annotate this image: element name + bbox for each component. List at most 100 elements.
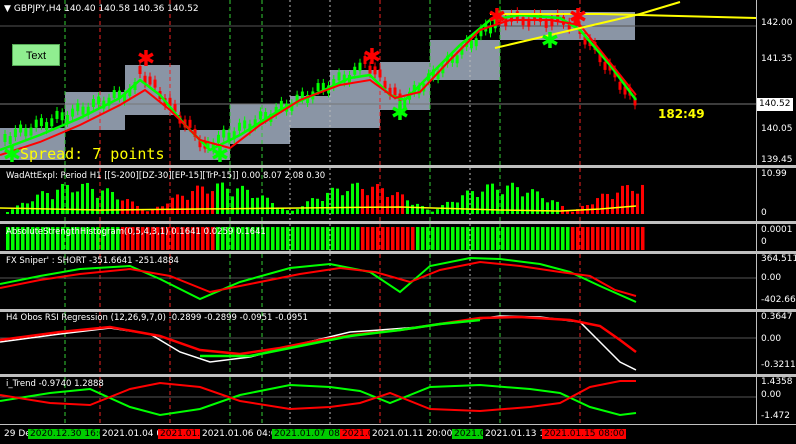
trend-green: [0, 383, 637, 417]
histogram-bar: [541, 198, 544, 214]
strength-bar: [486, 227, 490, 250]
candle-body: [222, 129, 226, 138]
histogram-bar: [41, 191, 44, 214]
candle-body: [544, 19, 548, 28]
histogram-bar: [616, 192, 619, 214]
candle-body: [81, 106, 85, 115]
histogram-bar: [316, 198, 319, 214]
histogram-bar: [246, 189, 249, 214]
histogram-bar: [76, 191, 79, 214]
candle-timer: 182:49: [658, 107, 705, 121]
strength-bar: [641, 227, 645, 250]
histogram-bar: [351, 183, 354, 214]
ash-tick: 0: [761, 237, 767, 247]
price-tick: 142.00: [761, 18, 793, 28]
wad-panel[interactable]: WadAttExpl: Period H1 [[S-200][DZ-30][EP…: [0, 168, 756, 221]
price-tick: 141.35: [761, 54, 793, 64]
signal-arrow-icon: ✱: [211, 143, 229, 165]
strength-bar: [376, 227, 380, 250]
candle-body: [393, 87, 397, 96]
histogram-bar: [11, 209, 14, 214]
strength-bar: [361, 227, 365, 250]
price-chart: ✱ ✱ ✱ ✱ ✱ ✱ ✱ ✱: [0, 0, 756, 165]
strength-bar: [631, 227, 635, 250]
ash-panel[interactable]: AbsoluteStrengthHistogram(0,5,4,3,1) 0.1…: [0, 224, 756, 251]
histogram-bar: [361, 188, 364, 214]
strength-bar: [481, 227, 485, 250]
strength-bar: [521, 227, 525, 250]
histogram-bar: [481, 191, 484, 214]
histogram-bar: [641, 184, 644, 214]
strength-bar: [366, 227, 370, 250]
price-pane[interactable]: ✱ ✱ ✱ ✱ ✱ ✱ ✱ ✱ ▼ GBPJPY,H4 140.40 140.58 140.36…: [0, 0, 756, 165]
histogram-bar: [626, 185, 629, 214]
rsi-panel[interactable]: H4 Obos RSI Regression (12,26,9,7,0) -0.…: [0, 312, 756, 374]
signal-arrow-icon: ✱: [363, 45, 381, 70]
time-label: 2021.01.15 08:00: [542, 429, 627, 439]
histogram-bar: [431, 211, 434, 214]
strength-bar: [421, 227, 425, 250]
strength-bar: [416, 227, 420, 250]
candle-body: [474, 38, 478, 47]
strength-bar: [611, 227, 615, 250]
histogram-bar: [191, 191, 194, 214]
rsi-tick: 0.3647: [761, 312, 793, 322]
candle-body: [19, 124, 23, 133]
fxsniper-axis: 364.5119 0.00 -402.6642: [756, 254, 796, 309]
histogram-bar: [551, 200, 554, 214]
histogram-bar: [326, 192, 329, 214]
histogram-bar: [126, 199, 129, 214]
histogram-bar: [346, 191, 349, 214]
price-axis[interactable]: 142.00 141.35 140.05 139.45: [756, 0, 796, 165]
histogram-bar: [426, 209, 429, 214]
histogram-bar: [231, 196, 234, 214]
candle-body: [337, 72, 341, 81]
strength-bar: [271, 227, 275, 250]
histogram-bar: [206, 193, 209, 214]
strength-bar: [496, 227, 500, 250]
ash-axis: 0.0001 0: [756, 224, 796, 251]
candle-body: [91, 99, 95, 108]
histogram-bar: [116, 199, 119, 214]
histogram-bar: [151, 209, 154, 214]
histogram-bar: [256, 197, 259, 214]
histogram-bar: [401, 194, 404, 214]
strength-bar: [471, 227, 475, 250]
itrend-panel[interactable]: i_Trend -0.9740 1.2888: [0, 377, 756, 424]
strength-bar: [621, 227, 625, 250]
strength-bar: [581, 227, 585, 250]
strength-bar: [401, 227, 405, 250]
strength-bar: [591, 227, 595, 250]
candle-body: [153, 79, 157, 88]
rsi-tick: -0.3211: [761, 360, 796, 370]
dropdown-arrow-icon[interactable]: ▼: [4, 4, 11, 14]
histogram-bar: [596, 198, 599, 214]
candle-body: [455, 55, 459, 64]
strength-bar: [431, 227, 435, 250]
histogram-bar: [141, 209, 144, 214]
strength-bar: [286, 227, 290, 250]
text-button[interactable]: Text: [12, 44, 60, 66]
histogram-bar: [356, 182, 359, 214]
strength-bar: [406, 227, 410, 250]
histogram-bar: [236, 188, 239, 214]
histogram-bar: [476, 197, 479, 214]
chart-title: ▼ GBPJPY,H4 140.40 140.58 140.36 140.52: [4, 4, 199, 14]
fxsniper-panel[interactable]: FX Sniper' : SHORT -351.6641 -251.4884: [0, 254, 756, 309]
strength-bar: [386, 227, 390, 250]
candle-body: [50, 118, 54, 127]
histogram-bar: [131, 201, 134, 214]
histogram-bar: [46, 193, 49, 214]
histogram-bar: [331, 187, 334, 214]
spread-label: Spread: 7 points: [20, 145, 165, 163]
histogram-bar: [211, 191, 214, 214]
strength-bar: [536, 227, 540, 250]
histogram-bar: [436, 209, 439, 214]
time-axis[interactable]: 29 Dec 20202020.12.30 16:002021.01.04 04…: [0, 424, 796, 444]
histogram-bar: [111, 191, 114, 214]
strength-bar: [506, 227, 510, 250]
strength-bar: [426, 227, 430, 250]
histogram-bar: [521, 196, 524, 214]
strength-bar: [411, 227, 415, 250]
wad-tick: 10.99: [761, 169, 787, 179]
